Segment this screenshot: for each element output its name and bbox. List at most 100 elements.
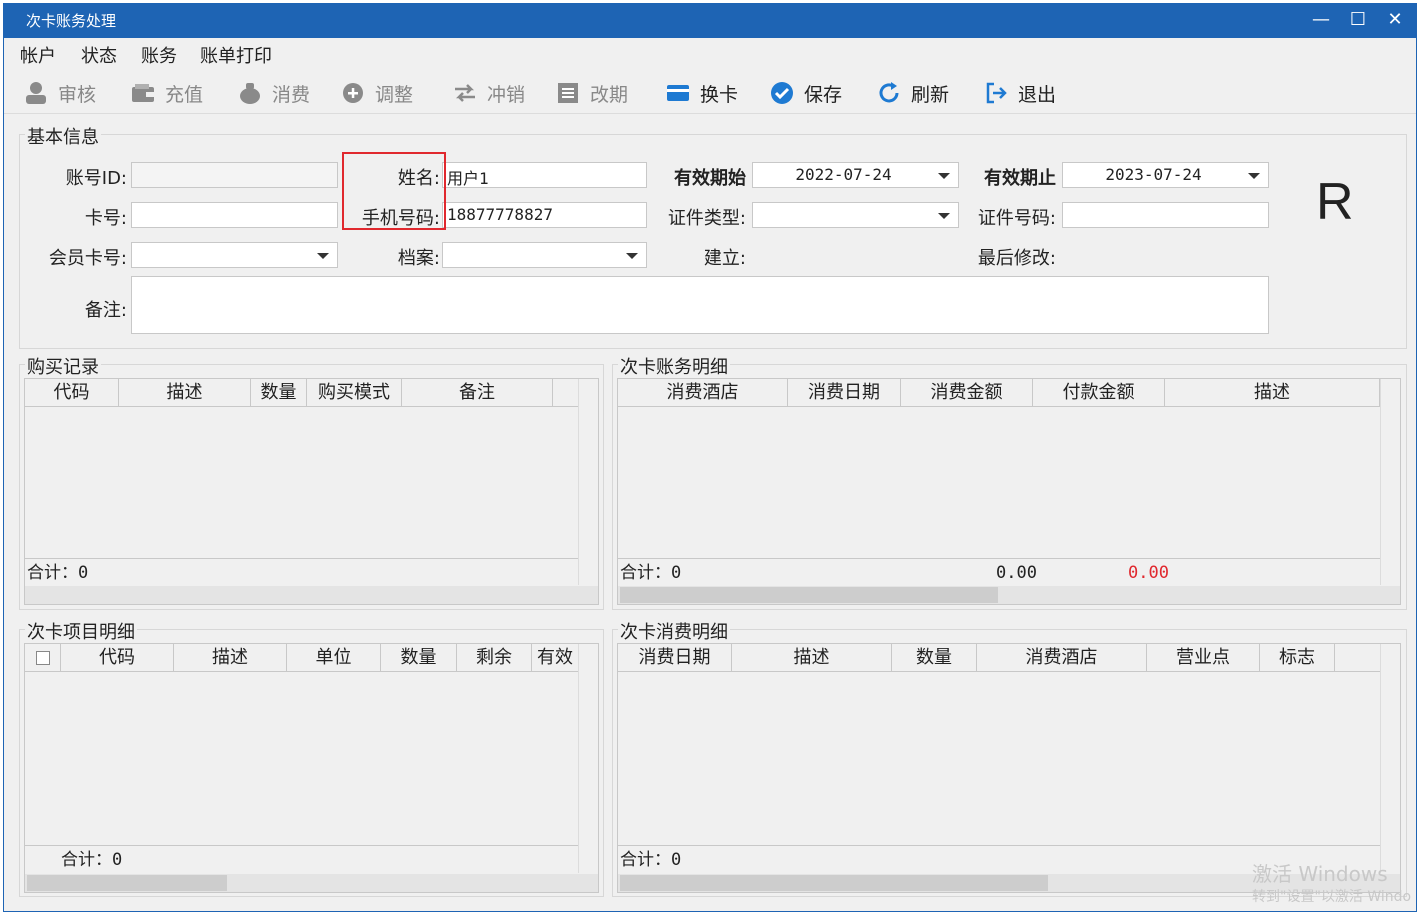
items-col-remain[interactable]: 剩余 — [457, 644, 532, 672]
items-col-unit[interactable]: 单位 — [287, 644, 381, 672]
close-button[interactable]: ✕ — [1378, 6, 1412, 34]
member-card-select[interactable] — [131, 242, 338, 268]
card-no-label: 卡号: — [84, 208, 127, 229]
items-hscroll[interactable] — [25, 874, 598, 892]
menu-bill-print[interactable]: 账单打印 — [200, 42, 272, 68]
reschedule-button[interactable]: 改期 — [556, 78, 628, 108]
items-title: 次卡项目明细 — [25, 618, 137, 644]
audit-button[interactable]: 审核 — [24, 78, 96, 108]
save-button[interactable]: 保存 — [770, 78, 842, 108]
chevron-down-icon — [1248, 173, 1260, 179]
remark-textarea[interactable] — [131, 276, 1269, 334]
chevron-down-icon — [626, 253, 638, 259]
exit-label: 退出 — [1018, 83, 1057, 106]
account-id-field[interactable] — [131, 162, 338, 188]
audit-label: 审核 — [58, 83, 97, 106]
archive-select[interactable] — [442, 242, 647, 268]
activation-watermark: 激活 Windows — [1252, 862, 1388, 886]
consume-col-desc[interactable]: 描述 — [732, 644, 892, 672]
modified-label: 最后修改: — [977, 248, 1056, 269]
ledger-grid[interactable]: 消费酒店 消费日期 消费金额 付款金额 描述 合计：0 0.00 0.00 — [617, 378, 1401, 605]
consume-hscroll-thumb[interactable] — [620, 875, 1048, 891]
reschedule-label: 改期 — [590, 83, 629, 106]
highlight-box — [342, 152, 446, 230]
consume-grid[interactable]: 消费日期 描述 数量 消费酒店 营业点 标志 合计：0 — [617, 643, 1401, 893]
items-col-valid[interactable]: 有效 — [532, 644, 578, 672]
ledger-hscroll[interactable] — [618, 586, 1400, 604]
reverse-button[interactable]: 冲销 — [453, 78, 525, 108]
card-icon — [666, 81, 692, 105]
id-no-field[interactable] — [1062, 202, 1269, 228]
consume-col-qty[interactable]: 数量 — [892, 644, 977, 672]
status-letter: R — [1316, 173, 1354, 231]
items-col-qty[interactable]: 数量 — [381, 644, 457, 672]
maximize-button[interactable]: ☐ — [1341, 6, 1375, 34]
purchase-col-remark[interactable]: 备注 — [402, 379, 553, 407]
change-card-button[interactable]: 换卡 — [666, 78, 738, 108]
ledger-col-date[interactable]: 消费日期 — [788, 379, 901, 407]
items-vscroll[interactable] — [578, 644, 598, 873]
consume-button[interactable]: 消费 — [238, 78, 310, 108]
purchase-col-qty[interactable]: 数量 — [251, 379, 307, 407]
valid-from-value: 2022-07-24 — [795, 165, 892, 184]
toolbar: 审核 充值 消费 调整 冲销 改期 换卡 保存 刷新 退出 — [4, 70, 1416, 114]
menu-accounting[interactable]: 账务 — [141, 42, 177, 68]
name-field[interactable]: 用户1 — [442, 162, 647, 188]
adjust-label: 调整 — [375, 83, 414, 106]
consume-label: 消费 — [272, 83, 311, 106]
ledger-vscroll[interactable] — [1380, 379, 1400, 585]
items-hscroll-thumb[interactable] — [27, 875, 227, 891]
ledger-title: 次卡账务明细 — [618, 353, 730, 379]
purchase-col-desc[interactable]: 描述 — [119, 379, 251, 407]
id-no-label: 证件号码: — [977, 208, 1056, 229]
phone-field[interactable]: 18877778827 — [442, 202, 647, 228]
consume-col-outlet[interactable]: 营业点 — [1147, 644, 1260, 672]
purchase-hscroll[interactable] — [25, 586, 598, 604]
id-type-select[interactable] — [752, 202, 959, 228]
title-bar: 次卡账务处理 — ☐ ✕ — [4, 4, 1416, 38]
ledger-col-consume[interactable]: 消费金额 — [901, 379, 1033, 407]
consume-vscroll[interactable] — [1380, 644, 1400, 873]
items-select-all — [25, 644, 61, 672]
id-type-label: 证件类型: — [667, 208, 746, 229]
basic-info-title: 基本信息 — [25, 123, 101, 149]
purchase-header: 代码 描述 数量 购买模式 备注 — [25, 379, 578, 407]
menu-bar: 帐户 状态 账务 账单打印 — [4, 38, 1416, 68]
recharge-button[interactable]: 充值 — [131, 78, 203, 108]
plus-circle-icon — [341, 81, 367, 105]
money-bag-icon — [238, 81, 264, 105]
select-all-checkbox[interactable] — [35, 651, 50, 665]
ledger-hscroll-thumb[interactable] — [620, 587, 998, 603]
consume-col-date[interactable]: 消费日期 — [618, 644, 732, 672]
items-grid[interactable]: 代码 描述 单位 数量 剩余 有效 合计：0 — [24, 643, 599, 893]
chevron-down-icon — [938, 173, 950, 179]
items-col-desc[interactable]: 描述 — [174, 644, 287, 672]
ledger-col-pay[interactable]: 付款金额 — [1033, 379, 1165, 407]
minimize-button[interactable]: — — [1304, 6, 1338, 34]
main-window: 次卡账务处理 — ☐ ✕ 帐户 状态 账务 账单打印 审核 充值 消费 调整 冲… — [3, 3, 1417, 912]
member-card-label: 会员卡号: — [48, 248, 127, 269]
refresh-button[interactable]: 刷新 — [877, 78, 949, 108]
valid-from-datepicker[interactable]: 2022-07-24 — [752, 162, 959, 188]
purchase-vscroll[interactable] — [578, 379, 598, 585]
ledger-col-desc[interactable]: 描述 — [1165, 379, 1380, 407]
consume-col-flag[interactable]: 标志 — [1260, 644, 1335, 672]
valid-to-datepicker[interactable]: 2023-07-24 — [1062, 162, 1269, 188]
card-no-field[interactable] — [131, 202, 338, 228]
menu-status[interactable]: 状态 — [81, 42, 117, 68]
menu-account[interactable]: 帐户 — [20, 42, 56, 68]
exit-icon — [984, 81, 1010, 105]
consume-col-hotel[interactable]: 消费酒店 — [977, 644, 1147, 672]
items-col-code[interactable]: 代码 — [61, 644, 174, 672]
purchase-grid[interactable]: 代码 描述 数量 购买模式 备注 合计：0 — [24, 378, 599, 605]
window-title: 次卡账务处理 — [26, 12, 117, 30]
ledger-footer: 合计：0 0.00 0.00 — [618, 558, 1380, 586]
activation-watermark-hint: 转到"设置"以激活 Windo — [1252, 889, 1412, 905]
purchase-col-code[interactable]: 代码 — [25, 379, 119, 407]
valid-to-value: 2023-07-24 — [1105, 165, 1202, 184]
purchase-col-mode[interactable]: 购买模式 — [307, 379, 402, 407]
ledger-col-hotel[interactable]: 消费酒店 — [618, 379, 788, 407]
items-header: 代码 描述 单位 数量 剩余 有效 — [25, 644, 578, 672]
adjust-button[interactable]: 调整 — [341, 78, 413, 108]
exit-button[interactable]: 退出 — [984, 78, 1056, 108]
